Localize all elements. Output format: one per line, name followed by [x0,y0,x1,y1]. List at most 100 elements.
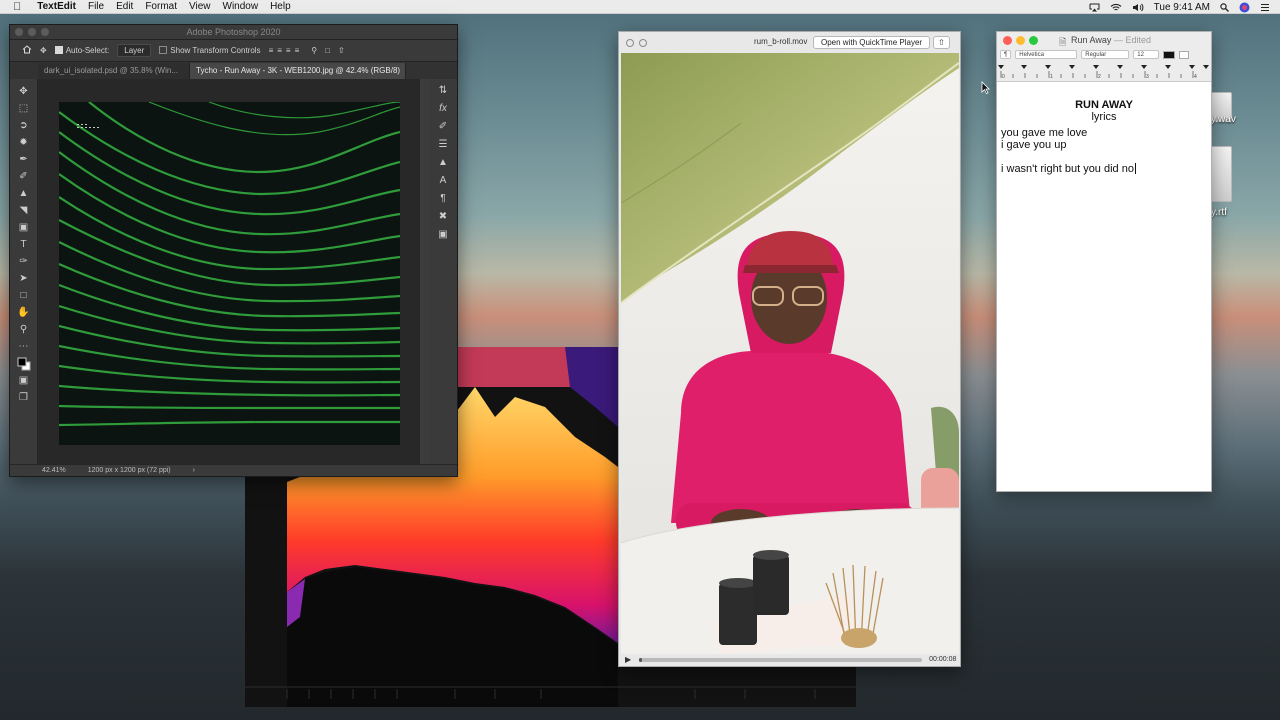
menu-edit[interactable]: Edit [116,1,133,12]
menu-app-name[interactable]: TextEdit [37,1,76,12]
scrubber-progress [639,657,642,662]
lyric-line-3[interactable]: i wasn't right but you did no [1001,163,1134,175]
search-icon[interactable]: ⚲ [311,46,317,55]
photoshop-window-title: Adobe Photoshop 2020 [186,27,281,37]
airplay-icon[interactable] [1089,3,1100,12]
tab-run-away-jpg[interactable]: Tycho - Run Away - 3K - WEB1200.jpg @ 42… [190,63,406,79]
edited-status[interactable]: — Edited [1114,35,1151,45]
apple-menu-icon[interactable]:  [13,1,21,13]
scrubber-track[interactable] [639,657,923,662]
adjustments-icon[interactable]: ☰ [439,139,448,150]
paragraph-icon[interactable]: ¶ [440,193,445,204]
brush-icon[interactable]: ✐ [17,170,31,183]
quick-select-icon[interactable]: ✹ [17,136,31,149]
play-icon[interactable]: ▶ [625,655,631,664]
desktop-rtf-file-icon[interactable] [1210,146,1232,202]
brush-panel-icon[interactable]: ✐ [439,121,447,132]
menu-view[interactable]: View [189,1,211,12]
open-with-quicktime-button[interactable]: Open with QuickTime Player [813,36,931,49]
mouse-pointer-icon [981,81,990,97]
zoom-icon[interactable]: ⚲ [17,323,31,336]
workspace-icon[interactable]: □ [325,46,330,55]
artwork-canvas[interactable] [59,102,400,445]
tools-panel-icon[interactable]: ✖ [439,211,447,222]
notification-center-icon[interactable] [1260,3,1270,12]
character-icon[interactable]: A [440,175,447,186]
textedit-title-bar[interactable]: 🗎 Run Away — Edited [997,32,1211,48]
highlight-color-swatch[interactable] [1179,50,1190,59]
lyric-line-2[interactable]: i gave you up [1001,139,1207,151]
wifi-icon[interactable] [1110,3,1122,12]
lyrics-subheading[interactable]: lyrics [1001,111,1207,123]
more-tools-icon[interactable]: ⋯ [17,340,31,353]
auto-select-target-dropdown[interactable]: Layer [117,44,152,57]
ruler[interactable]: 0 1 2 3 4 [997,61,1211,82]
lasso-icon[interactable]: ➲ [17,119,31,132]
share-icon[interactable]: ⇧ [338,46,345,55]
tab-dark-ui-psd[interactable]: dark_ui_isolated.psd @ 35.8% (Win... [38,63,190,79]
show-transform-checkbox[interactable]: Show Transform Controls [159,46,261,55]
auto-select-checkbox[interactable]: Auto-Select: [54,46,110,55]
auto-select-label: Auto-Select: [65,46,110,55]
canvas-area[interactable] [38,79,429,464]
fx-icon[interactable]: fx [439,103,447,114]
quick-look-title-bar[interactable]: rum_b-roll.mov Open with QuickTime Playe… [619,32,960,53]
close-icon[interactable] [626,38,634,47]
hand-icon[interactable]: ✋ [17,306,31,319]
video-frame[interactable] [621,53,959,654]
document-title[interactable]: Run Away [1071,35,1111,45]
clock[interactable]: Tue 9:41 AM [1154,2,1210,13]
move-tool-icon[interactable]: ✥ [40,46,47,55]
home-icon[interactable] [22,45,32,56]
path-select-icon[interactable]: ➤ [17,272,31,285]
share-icon[interactable]: ⇧ [933,36,950,49]
vertical-scrollbar[interactable] [420,79,429,464]
options-bar: ✥ Auto-Select: Layer Show Transform Cont… [10,40,457,62]
menu-format[interactable]: Format [145,1,177,12]
desktop-rtf-label[interactable]: y.rtf [1211,207,1227,218]
pen-icon[interactable]: ✑ [17,255,31,268]
eraser-icon[interactable]: ◥ [17,204,31,217]
show-transform-label: Show Transform Controls [170,46,261,55]
color-swatch-icon[interactable] [17,357,31,370]
close-button[interactable] [1003,35,1012,45]
paragraph-style-dropdown[interactable]: ¶ [1000,50,1012,59]
rectangle-icon[interactable]: □ [17,289,31,302]
text-color-swatch[interactable] [1163,50,1176,59]
siri-icon[interactable] [1239,2,1250,13]
menu-window[interactable]: Window [223,1,259,12]
marquee-icon[interactable]: ⬚ [17,102,31,115]
chevron-right-icon[interactable]: › [193,467,195,474]
volume-icon[interactable] [1132,3,1144,12]
font-size-dropdown[interactable]: 12 [1133,50,1160,59]
type-icon[interactable]: T [17,238,31,251]
align-icons[interactable]: ≡≡≡≡ [269,46,304,55]
eyedropper-icon[interactable]: ✒ [17,153,31,166]
move-icon[interactable]: ✥ [17,85,31,98]
history-icon[interactable]: ⇅ [439,85,447,96]
menu-file[interactable]: File [88,1,104,12]
stamp-panel-icon[interactable]: ▲ [438,157,448,168]
font-style-dropdown[interactable]: Regular [1081,50,1130,59]
lyrics-heading[interactable]: RUN AWAY [1001,99,1207,111]
photoshop-title-bar[interactable]: Adobe Photoshop 2020 [10,25,457,40]
zoom-level[interactable]: 42.41% [42,467,66,474]
menu-help[interactable]: Help [270,1,291,12]
video-still-image [621,53,959,654]
minimize-button[interactable] [1016,35,1025,45]
spotlight-search-icon[interactable] [1220,2,1229,12]
stamp-icon[interactable]: ▲ [17,187,31,200]
desktop-wav-label[interactable]: y.wav [1211,114,1236,125]
zoom-button[interactable] [1029,35,1038,45]
fullscreen-icon[interactable] [639,38,647,47]
quick-mask-icon[interactable]: ▣ [17,374,31,387]
gradient-icon[interactable]: ▣ [17,221,31,234]
document-size[interactable]: 1200 px x 1200 px (72 ppi) [88,467,171,474]
artboard-icon[interactable]: ▣ [438,229,447,240]
document-body[interactable]: RUN AWAY lyrics you gave me love i gave … [997,82,1211,175]
ruler-label-0: 0 [1002,74,1005,80]
font-family-dropdown[interactable]: Helvetica [1015,50,1078,59]
screen-mode-icon[interactable]: ❐ [17,391,31,404]
lyric-line-1[interactable]: you gave me love [1001,127,1207,139]
ruler-label-3: 3 [1146,74,1149,80]
